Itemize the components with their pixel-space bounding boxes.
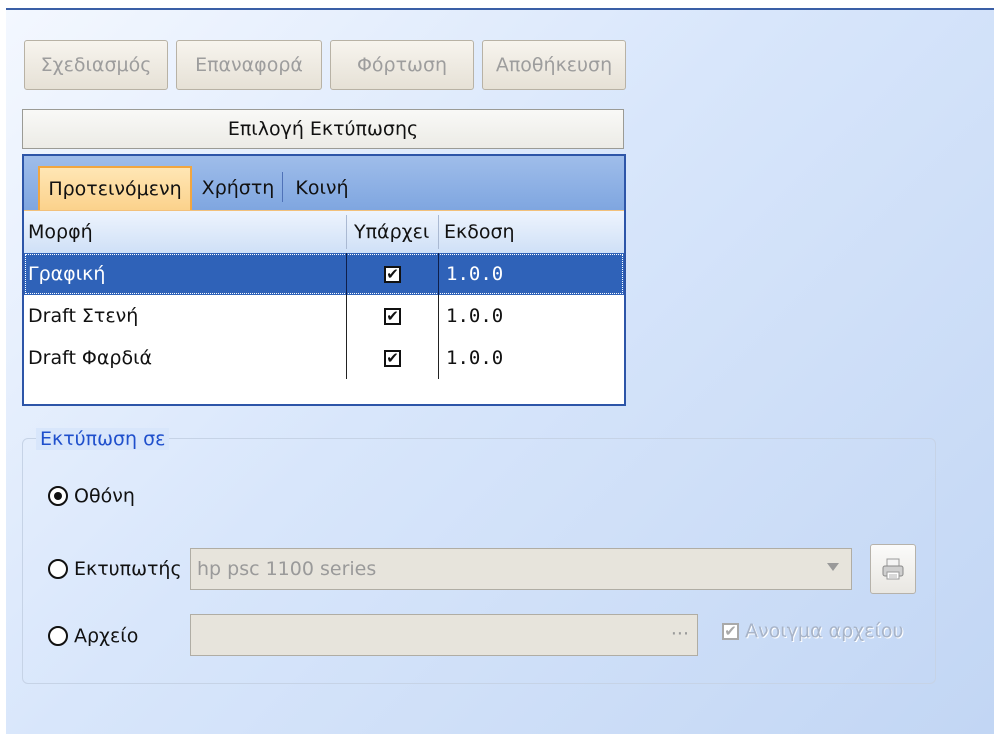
column-header-format[interactable]: Μορφή [24,211,346,253]
cell-format: Draft Στενή [28,305,139,327]
chevron-down-icon[interactable] [827,563,839,571]
screen-radio[interactable] [48,486,68,506]
tab-user[interactable]: Χρήστη [196,166,280,210]
checkmark-icon: ✔ [384,349,401,367]
toolbar: Σχεδιασμός Επαναφορά Φόρτωση Αποθήκευση [24,40,626,92]
cell-format: Draft Φαρδιά [28,347,153,369]
print-to-legend: Εκτύπωση σε [36,428,170,450]
print-format-grid: Προτεινόμενη Χρήστη Κοινή Μορφή Υπάρχει … [22,154,626,406]
table-row[interactable]: Γραφική ✔ 1.0.0 [24,253,624,295]
window-top-edge [0,0,994,10]
printer-icon [882,558,904,580]
browse-file-button[interactable]: ··· [671,623,689,645]
file-option[interactable]: Αρχείο [48,625,138,647]
cell-version: 1.0.0 [446,347,504,369]
screen-option[interactable]: Οθόνη [48,485,135,507]
column-header-exists[interactable]: Υπάρχει [350,211,438,253]
radio-selected-dot [54,492,62,500]
table-row[interactable]: Draft Στενή ✔ 1.0.0 [24,295,624,337]
cell-version: 1.0.0 [446,305,504,327]
exists-checkbox[interactable]: ✔ [384,295,414,337]
window-left-edge [0,8,6,734]
column-divider [438,215,439,249]
save-button[interactable]: Αποθήκευση [482,40,626,90]
file-radio[interactable] [48,626,68,646]
tab-recommended[interactable]: Προτεινόμενη [38,166,192,210]
cell-divider [438,253,439,295]
exists-checkbox[interactable]: ✔ [384,337,414,379]
cell-divider [438,295,439,337]
printer-select[interactable]: hp psc 1100 series [190,548,852,590]
tab-separator [282,172,283,202]
printer-option[interactable]: Εκτυπωτής [48,558,182,580]
column-divider [346,215,347,249]
printer-select-value: hp psc 1100 series [197,558,377,580]
tab-strip: Προτεινόμενη Χρήστη Κοινή [24,156,624,211]
print-selection-label: Επιλογή Εκτύπωσης [227,118,419,140]
screen-label: Οθόνη [74,485,135,507]
file-label: Αρχείο [74,625,139,647]
exists-checkbox[interactable]: ✔ [384,253,414,295]
cell-divider [346,253,347,295]
checkmark-icon: ✔ [384,265,401,283]
design-button[interactable]: Σχεδιασμός [24,40,168,90]
grid-header: Μορφή Υπάρχει Εκδοση [24,211,624,254]
print-selection-bar[interactable]: Επιλογή Εκτύπωσης [22,109,624,149]
reset-button[interactable]: Επαναφορά [176,40,322,90]
printer-settings-button[interactable] [870,544,916,594]
file-path-input[interactable]: ··· [190,614,698,656]
open-file-checkbox[interactable]: ✔ Ανοιγμα αρχείου [722,620,903,642]
open-file-label: Ανοιγμα αρχείου [745,620,904,642]
table-row[interactable]: Draft Φαρδιά ✔ 1.0.0 [24,337,624,379]
cell-divider [346,295,347,337]
cell-divider [438,337,439,379]
cell-format: Γραφική [28,263,106,285]
printer-label: Εκτυπωτής [74,558,182,580]
column-header-version[interactable]: Εκδοση [440,211,624,253]
checkmark-icon: ✔ [722,622,739,640]
tab-shared[interactable]: Κοινή [286,166,358,210]
cell-version: 1.0.0 [446,263,504,285]
cell-divider [346,337,347,379]
checkmark-icon: ✔ [384,307,401,325]
printer-radio[interactable] [48,559,68,579]
load-button[interactable]: Φόρτωση [330,40,474,90]
